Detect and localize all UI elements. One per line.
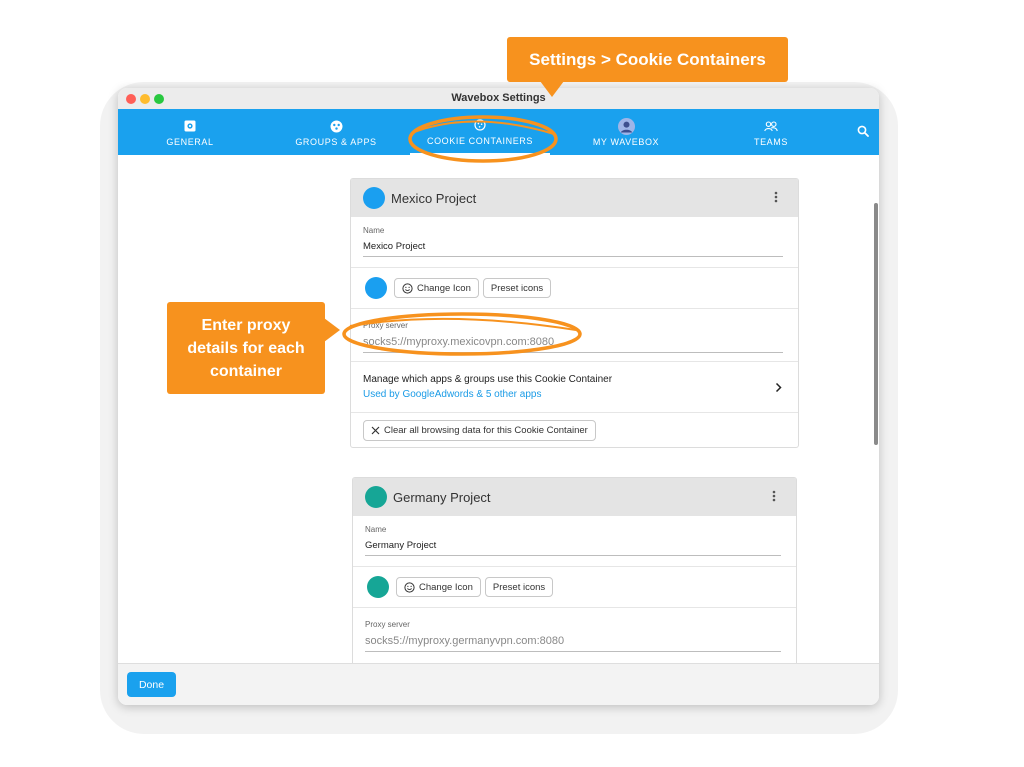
tab-groups-apps-label: GROUPS & APPS	[295, 137, 377, 147]
container-icon-preview	[365, 277, 387, 299]
callout-side-line: details for each	[187, 339, 305, 357]
proxy-input[interactable]: socks5://myproxy.mexicovpn.com:8080	[363, 336, 783, 353]
close-icon	[371, 426, 380, 435]
name-label: Name	[365, 525, 387, 534]
tab-my-wavebox-label: MY WAVEBOX	[592, 137, 660, 147]
clear-browsing-data-button[interactable]: Clear all browsing data for this Cookie …	[363, 419, 596, 441]
tab-teams-label: TEAMS	[753, 137, 788, 147]
done-button[interactable]: Done	[127, 672, 176, 697]
tab-teams[interactable]: TEAMS	[701, 109, 841, 155]
tab-cookie-containers-label: COOKIE CONTAINERS	[426, 136, 534, 146]
proxy-field[interactable]: Proxy server socks5://myproxy.germanyvpn…	[353, 608, 796, 652]
clear-label: Clear all browsing data for this Cookie …	[384, 424, 588, 436]
smiley-icon	[402, 282, 413, 294]
proxy-section: Proxy server socks5://myproxy.germanyvpn…	[353, 608, 796, 663]
name-section: Name Germany Project	[353, 516, 796, 567]
settings-content: Mexico Project Name Mexico Project Chang…	[118, 155, 879, 663]
proxy-input[interactable]: socks5://myproxy.germanyvpn.com:8080	[365, 635, 781, 652]
container-icon-preview	[367, 576, 389, 598]
settings-nav: GENERAL GROUPS & APPS COOKIE CONTAINERS …	[118, 109, 879, 155]
footer-bar: Done	[118, 663, 879, 705]
callout-proxy-hint: Enter proxy details for each container	[167, 302, 325, 394]
name-input[interactable]: Germany Project	[365, 540, 781, 556]
change-icon-label: Change Icon	[419, 581, 473, 593]
gear-square-icon	[184, 117, 196, 135]
name-field[interactable]: Name Mexico Project	[351, 217, 798, 257]
proxy-field[interactable]: Proxy server socks5://myproxy.mexicovpn.…	[351, 309, 798, 353]
preset-icons-button[interactable]: Preset icons	[482, 278, 552, 298]
team-icon	[764, 117, 778, 135]
card-header: Germany Project	[353, 478, 796, 516]
settings-window: Wavebox Settings GENERAL GROUPS & APPS C…	[118, 88, 879, 705]
groups-icon	[330, 117, 343, 135]
proxy-label: Proxy server	[363, 321, 408, 330]
smiley-icon	[404, 581, 415, 593]
more-vert-icon[interactable]	[774, 190, 778, 208]
name-field[interactable]: Name Germany Project	[353, 516, 796, 556]
tab-groups-apps[interactable]: GROUPS & APPS	[266, 109, 406, 155]
clear-row: Clear all browsing data for this Cookie …	[351, 413, 798, 447]
used-by-link[interactable]: Used by GoogleAdwords & 5 other apps	[363, 389, 541, 400]
name-section: Name Mexico Project	[351, 217, 798, 268]
change-icon-button[interactable]: Change Icon	[396, 577, 481, 597]
tab-cookie-containers[interactable]: COOKIE CONTAINERS	[410, 109, 550, 155]
card-title: Mexico Project	[391, 190, 477, 206]
container-card-germany: Germany Project Name Germany Project Cha…	[352, 477, 797, 663]
name-input[interactable]: Mexico Project	[363, 241, 783, 257]
container-color-icon	[365, 486, 387, 508]
manage-apps-row[interactable]: Manage which apps & groups use this Cook…	[351, 362, 798, 413]
change-icon-label: Change Icon	[417, 282, 471, 294]
title-bar: Wavebox Settings	[118, 88, 879, 110]
callout-settings-path: Settings > Cookie Containers	[507, 37, 788, 82]
manage-title: Manage which apps & groups use this Cook…	[363, 374, 613, 385]
cookie-icon	[474, 116, 486, 134]
callout-top-text: Settings > Cookie Containers	[529, 50, 766, 69]
name-label: Name	[363, 226, 385, 235]
preset-icons-button[interactable]: Preset icons	[484, 577, 554, 597]
card-header: Mexico Project	[351, 179, 798, 217]
window-title: Wavebox Settings	[451, 92, 546, 104]
callout-side-line: Enter proxy	[201, 316, 291, 334]
proxy-section: Proxy server socks5://myproxy.mexicovpn.…	[351, 309, 798, 362]
tab-my-wavebox[interactable]: MY WAVEBOX	[556, 109, 696, 155]
scrollbar[interactable]	[874, 203, 878, 445]
proxy-label: Proxy server	[365, 620, 410, 629]
search-icon[interactable]	[857, 124, 869, 142]
change-icon-button[interactable]: Change Icon	[394, 278, 479, 298]
icon-section: Change Icon Preset icons	[353, 567, 796, 608]
tab-general[interactable]: GENERAL	[120, 109, 260, 155]
more-vert-icon[interactable]	[772, 489, 776, 507]
tab-general-label: GENERAL	[166, 137, 214, 147]
card-title: Germany Project	[393, 489, 491, 505]
container-card-mexico: Mexico Project Name Mexico Project Chang…	[350, 178, 799, 448]
chevron-right-icon	[775, 380, 782, 398]
avatar-icon	[617, 117, 635, 135]
icon-section: Change Icon Preset icons	[351, 268, 798, 309]
container-color-icon	[363, 187, 385, 209]
callout-side-line: container	[209, 362, 282, 380]
